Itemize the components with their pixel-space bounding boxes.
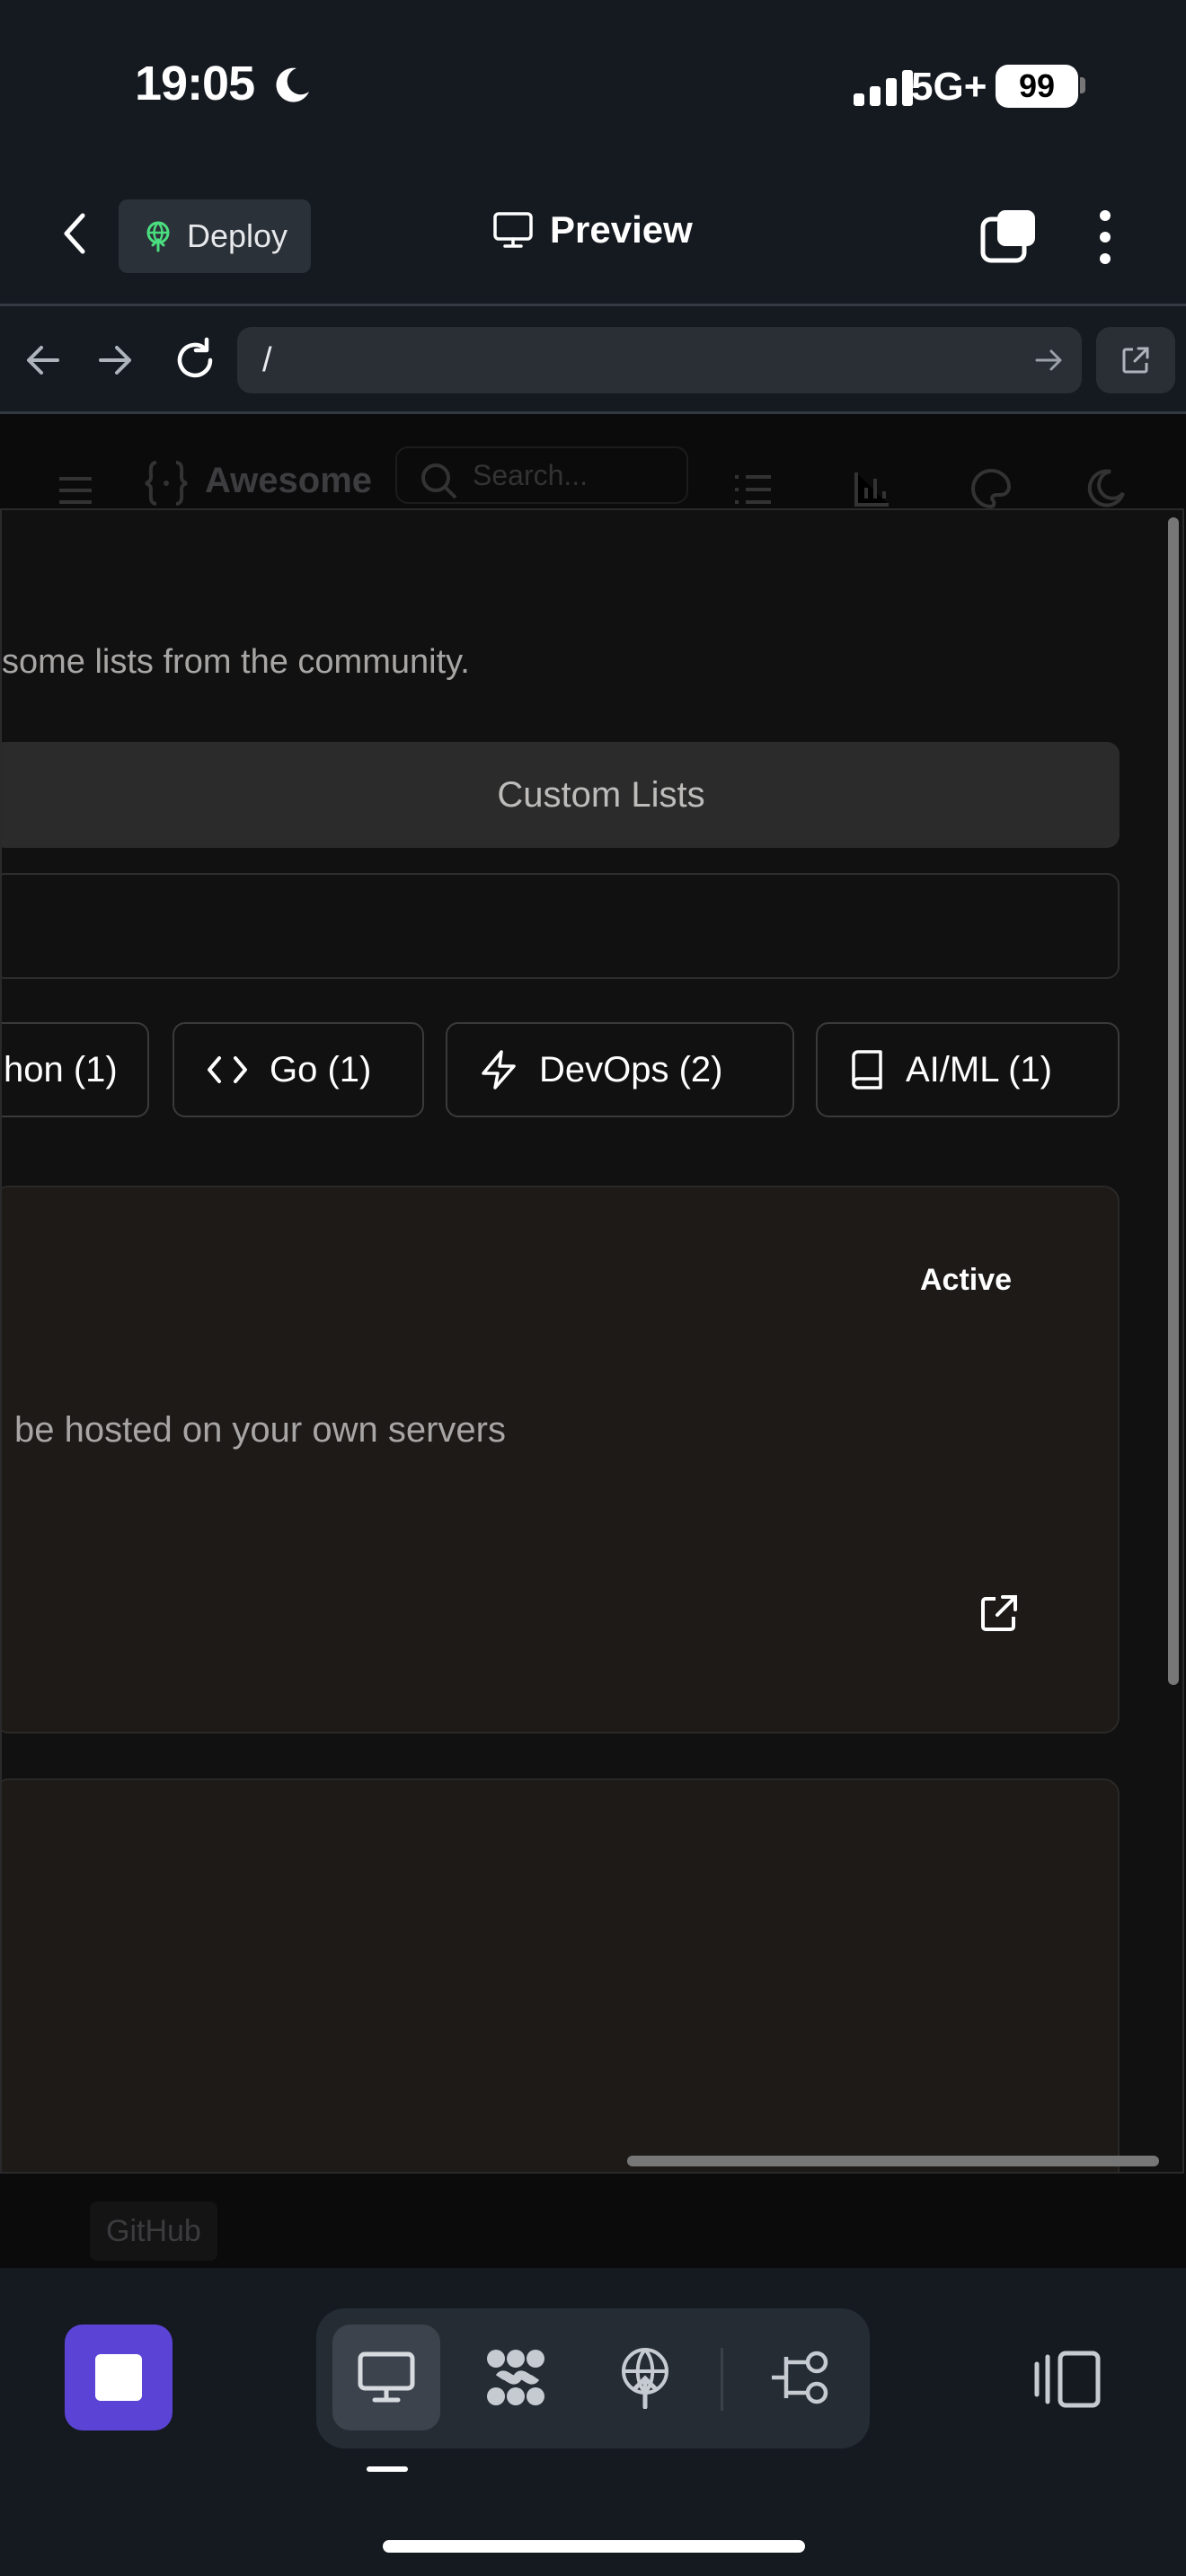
- moon-icon: [276, 67, 309, 102]
- browser-back-icon[interactable]: [20, 338, 65, 383]
- panel-toggle-icon[interactable]: [1031, 2348, 1103, 2411]
- deploy-globe-icon: [146, 221, 170, 252]
- category-chip-devops[interactable]: DevOps (2): [446, 1022, 794, 1117]
- site-list-icon: [735, 475, 771, 504]
- chip-label: DevOps (2): [539, 1049, 723, 1090]
- site-chart-icon: [854, 472, 889, 507]
- external-link-icon[interactable]: [978, 1592, 1021, 1635]
- site-header: Awesome Search...: [0, 414, 1186, 509]
- vertical-scrollbar[interactable]: [1168, 517, 1179, 1685]
- switcher-divider: [721, 2348, 723, 2411]
- deploy-button[interactable]: Deploy: [119, 199, 311, 273]
- site-menu-icon: [59, 477, 92, 504]
- stop-icon: [95, 2354, 142, 2401]
- workspace-view-button[interactable]: [462, 2325, 570, 2430]
- code-icon: [208, 1056, 247, 1083]
- active-view-indicator: [367, 2466, 408, 2472]
- site-theme-icon: [1087, 469, 1125, 507]
- network-type: 5G+: [911, 65, 987, 109]
- more-options-icon[interactable]: [1087, 208, 1123, 266]
- chip-label: AI/ML (1): [906, 1049, 1052, 1090]
- monitor-icon: [493, 212, 533, 248]
- external-link-icon: [1122, 347, 1149, 374]
- lightning-icon: [482, 1050, 516, 1090]
- category-chip-go[interactable]: Go (1): [173, 1022, 424, 1117]
- chip-label: Go (1): [270, 1049, 372, 1090]
- stop-button[interactable]: [65, 2325, 173, 2430]
- preview-title: Preview: [492, 208, 693, 251]
- site-palette-icon: [971, 468, 1012, 509]
- back-icon[interactable]: [54, 208, 97, 259]
- github-link: GitHub: [90, 2201, 217, 2261]
- category-chip-aiml[interactable]: AI/ML (1): [816, 1022, 1120, 1117]
- site-search-icon: [421, 463, 457, 499]
- browser-forward-icon[interactable]: [93, 338, 138, 383]
- site-brand: Awesome: [205, 461, 373, 500]
- chip-label: hon (1): [4, 1049, 118, 1090]
- battery-indicator: 99: [996, 65, 1078, 108]
- tab-custom-lists[interactable]: Custom Lists: [2, 742, 1120, 848]
- preview-view-button[interactable]: [332, 2325, 440, 2430]
- lists-dialog: some lists from the community. Custom Li…: [0, 508, 1184, 2174]
- deploy-view-button[interactable]: [591, 2325, 699, 2430]
- status-time: 19:05: [135, 57, 255, 110]
- git-branch-icon: [772, 2351, 828, 2404]
- tabs-icon[interactable]: [979, 208, 1039, 264]
- reload-icon[interactable]: [171, 336, 219, 384]
- status-badge: Active: [920, 1263, 1013, 1297]
- git-view-button[interactable]: [746, 2325, 854, 2430]
- dialog-intro: some lists from the community.: [2, 643, 470, 681]
- category-chip-python[interactable]: hon (1): [2, 1022, 149, 1117]
- home-indicator[interactable]: [383, 2540, 805, 2553]
- deploy-globe-icon: [622, 2348, 668, 2409]
- book-icon: [852, 1050, 882, 1090]
- url-input[interactable]: /: [237, 327, 1082, 393]
- list-card[interactable]: [2, 1778, 1120, 2172]
- site-logo-icon: [145, 461, 188, 506]
- preview-label: Preview: [550, 208, 693, 251]
- monitor-icon: [358, 2351, 415, 2403]
- list-input[interactable]: [2, 873, 1120, 979]
- workspace-icon: [487, 2350, 544, 2405]
- deploy-label: Deploy: [187, 217, 288, 254]
- url-go-icon[interactable]: [1033, 347, 1066, 374]
- horizontal-scrollbar[interactable]: [627, 2156, 1159, 2166]
- header-divider: [0, 304, 1186, 306]
- open-external-button[interactable]: [1096, 327, 1175, 393]
- battery-tip: [1080, 77, 1085, 93]
- card-description: be hosted on your own servers: [14, 1410, 506, 1450]
